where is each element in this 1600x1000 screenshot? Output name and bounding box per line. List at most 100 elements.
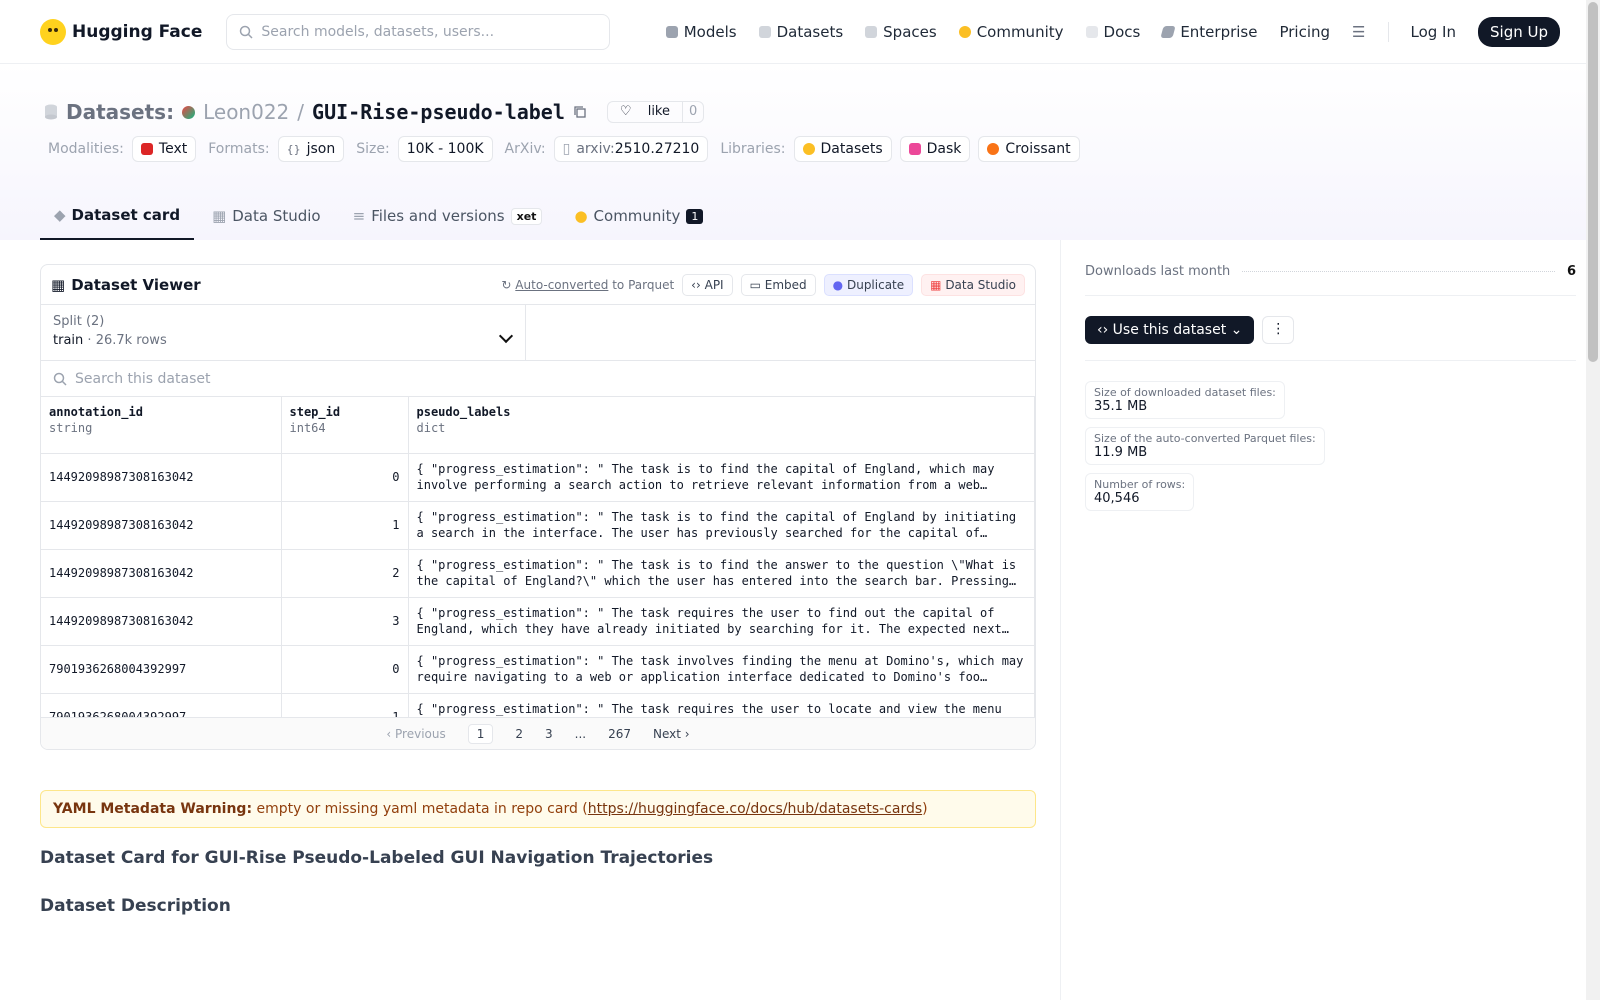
brand[interactable]: Hugging Face — [40, 18, 202, 45]
stat-label: Size of downloaded dataset files: — [1094, 386, 1276, 399]
column-header-annotation-id[interactable]: annotation_id string — [41, 397, 282, 454]
modalities-label: Modalities: — [48, 141, 124, 157]
embed-button[interactable]: ▭ Embed — [740, 273, 816, 296]
table-row[interactable]: 7901936268004392997 0{ "progress_estimati… — [41, 645, 1035, 694]
table-icon: ▦ — [51, 275, 66, 294]
api-button[interactable]: ‹› API — [682, 273, 733, 296]
column-header-pseudo-labels[interactable]: pseudo_labels dict — [408, 397, 1035, 454]
downloads-value: 6 — [1566, 264, 1576, 279]
page-scrollbar[interactable] — [1586, 0, 1600, 1000]
like-count: 0 — [682, 102, 703, 122]
table-row[interactable]: 14492098987308163042 2{ "progress_estimat… — [41, 549, 1035, 598]
cell-pseudo-labels-text: { "progress_estimation": " The task is t… — [416, 510, 1017, 540]
nav-pricing[interactable]: Pricing — [1279, 23, 1330, 41]
arxiv-prefix: arxiv: — [576, 141, 615, 157]
library-chip-datasets[interactable]: Datasets — [793, 136, 892, 162]
split-dot: · — [87, 333, 92, 348]
repo-owner[interactable]: Leon022 — [203, 100, 289, 124]
cell-step-id: 3 — [281, 597, 409, 646]
community-count-badge: 1 — [686, 208, 704, 224]
modality-chip[interactable]: Text — [131, 136, 197, 162]
stat-value: 35.1 MB — [1094, 399, 1148, 414]
size-chip[interactable]: 10K - 100K — [397, 136, 493, 162]
nav-enterprise[interactable]: Enterprise — [1160, 22, 1258, 41]
auto-converted-note[interactable]: ↻ Auto-converted to Parquet — [501, 278, 674, 292]
cell-annotation-id: 7901936268004392997 — [41, 645, 282, 694]
tab-data-studio[interactable]: ▦ Data Studio — [198, 196, 335, 240]
datasets-cards-link[interactable]: https://huggingface.co/docs/hub/datasets… — [588, 801, 922, 817]
pagination: ‹ Previous 1 2 3 ... 267 Next › — [41, 717, 1035, 749]
size-label: Size: — [356, 141, 390, 157]
use-dataset-label: Use this dataset — [1112, 322, 1227, 338]
braces-icon: {} — [286, 142, 301, 156]
repo-separator: / — [297, 100, 305, 124]
tab-community[interactable]: ● Community 1 — [560, 196, 717, 240]
nav-spaces-label: Spaces — [883, 22, 937, 41]
page-267[interactable]: 267 — [608, 727, 631, 741]
table-row[interactable]: 7901936268004392997 1 { "progress_estimati… — [41, 693, 1035, 717]
more-options-icon[interactable]: ⋮ — [1262, 316, 1295, 344]
nav-enterprise-label: Enterprise — [1180, 22, 1258, 41]
scrollbar-thumb[interactable] — [1588, 2, 1598, 362]
data-studio-button[interactable]: ▦ Data Studio — [921, 273, 1025, 296]
modality-text: Text — [158, 141, 188, 157]
stat-value: 11.9 MB — [1094, 445, 1148, 460]
dataset-icon — [45, 104, 57, 120]
nav-spaces[interactable]: Spaces — [865, 23, 937, 41]
copy-icon[interactable] — [573, 105, 587, 119]
next-button[interactable]: Next › — [653, 727, 690, 741]
table-row[interactable]: 14492098987308163042 1{ "progress_estimat… — [41, 501, 1035, 550]
repo-type-label[interactable]: Datasets: — [66, 100, 174, 124]
repo-name[interactable]: GUI-Rise-pseudo-label — [312, 100, 565, 124]
owner-avatar — [182, 105, 196, 119]
use-dataset-button[interactable]: ‹› Use this dataset ⌄ — [1085, 316, 1255, 344]
page-2[interactable]: 2 — [515, 727, 523, 741]
nav-community[interactable]: Community — [958, 23, 1064, 41]
column-header-step-id[interactable]: step_id int64 — [281, 397, 409, 454]
cell-pseudo-labels-text: { "progress_estimation": " The task invo… — [416, 654, 1024, 684]
downloads-row: Downloads last month 6 — [1085, 256, 1576, 296]
data-studio-label: Data Studio — [945, 277, 1016, 292]
dataset-search-input[interactable]: Search this dataset — [41, 361, 1035, 397]
previous-button[interactable]: ‹ Previous — [386, 727, 445, 741]
global-search-placeholder: Search models, datasets, users... — [261, 23, 495, 40]
duplicate-button[interactable]: ● Duplicate — [823, 273, 914, 296]
cell-annotation-id: 14492098987308163042 — [41, 453, 282, 502]
page-3[interactable]: 3 — [545, 727, 553, 741]
grid-icon — [865, 25, 878, 38]
smiley-icon — [958, 25, 971, 38]
yaml-warning: YAML Metadata Warning: empty or missing … — [40, 790, 1036, 828]
cell-pseudo-labels: { "progress_estimation": " The task requ… — [408, 597, 1035, 646]
nav-models[interactable]: Models — [665, 23, 737, 41]
sidebar: Downloads last month 6 ‹› Use this datas… — [1060, 240, 1600, 1000]
nav-docs[interactable]: Docs — [1085, 23, 1140, 41]
enterprise-icon — [1160, 25, 1176, 38]
nav-datasets[interactable]: Datasets — [758, 22, 844, 41]
signup-button[interactable]: Sign Up — [1478, 16, 1560, 47]
nav-datasets-label: Datasets — [776, 22, 844, 41]
library-chip-dask[interactable]: Dask — [899, 136, 971, 162]
tab-dataset-card[interactable]: ◆ Dataset card — [40, 196, 195, 240]
arxiv-id: 2510.27210 — [614, 141, 700, 157]
description-heading: Dataset Description — [40, 896, 231, 916]
library-chip-croissant[interactable]: Croissant — [978, 136, 1080, 162]
stat-value: 40,546 — [1094, 491, 1140, 506]
cell-step-id: 1 — [281, 501, 409, 550]
table-icon: ▦ — [212, 207, 227, 225]
auto-converted-link[interactable]: Auto-converted — [515, 278, 608, 292]
table-scroll[interactable]: annotation_id string step_id int64 pseudo_… — [41, 397, 1035, 717]
dataset-search-placeholder: Search this dataset — [75, 370, 211, 387]
page-1[interactable]: 1 — [467, 723, 494, 744]
split-select[interactable]: Split (2) train · 26.7k rows — [41, 305, 526, 360]
table-row[interactable]: 14492098987308163042 0{ "progress_estimat… — [41, 453, 1035, 502]
table-row[interactable]: 14492098987308163042 3{ "progress_estimat… — [41, 597, 1035, 646]
arxiv-chip[interactable]: ▯ arxiv: 2510.27210 — [553, 136, 709, 162]
global-search-input[interactable]: Search models, datasets, users... — [226, 13, 611, 50]
login-link[interactable]: Log In — [1411, 23, 1457, 41]
tab-files-versions[interactable]: ≡ Files and versions xet — [339, 196, 557, 240]
nav-divider — [1387, 21, 1389, 42]
duplicate-icon: ● — [832, 277, 844, 292]
like-button[interactable]: ♡ like 0 — [606, 101, 705, 123]
format-chip[interactable]: {} json — [277, 136, 345, 162]
more-menu-icon[interactable]: ☰ — [1352, 23, 1365, 41]
